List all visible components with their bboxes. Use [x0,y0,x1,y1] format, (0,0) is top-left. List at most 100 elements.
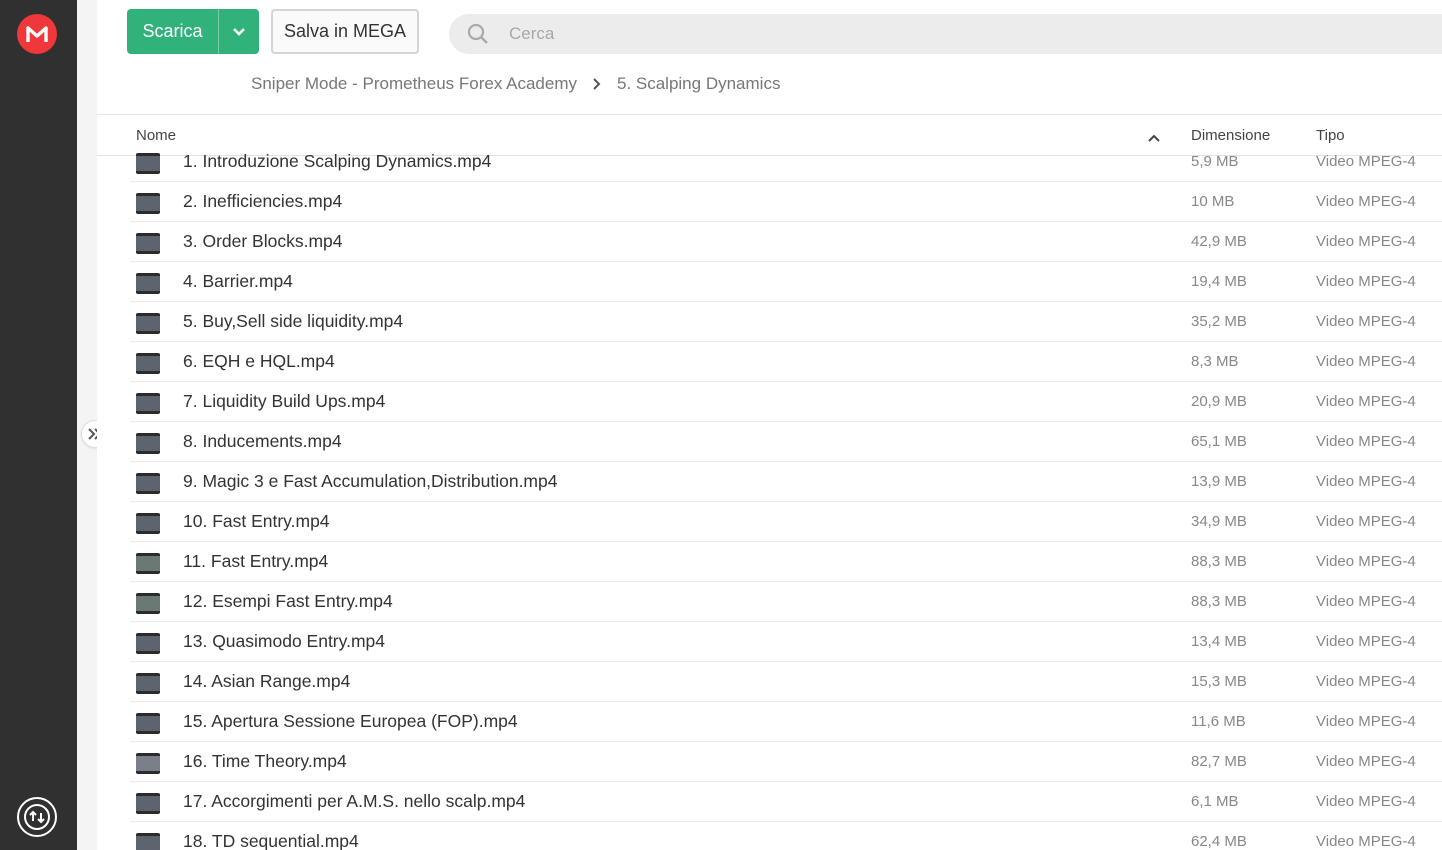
file-size: 13,9 MB [1191,473,1247,490]
file-list-content: 1. Introduzione Scalping Dynamics.mp4 5,9… [130,143,1442,850]
file-list[interactable]: 1. Introduzione Scalping Dynamics.mp4 5,9… [130,143,1442,850]
column-header-type[interactable]: Tipo [1316,127,1345,144]
search-bar[interactable] [449,14,1442,54]
column-header-name[interactable]: Nome [136,127,176,144]
table-row[interactable]: 9. Magic 3 e Fast Accumulation,Distribut… [130,462,1442,502]
file-size: 19,4 MB [1191,273,1247,290]
file-size: 82,7 MB [1191,753,1247,770]
video-thumbnail-icon [136,673,160,694]
table-row[interactable]: 14. Asian Range.mp4 15,3 MB Video MPEG-4 [130,662,1442,702]
file-name: 4. Barrier.mp4 [183,271,293,291]
file-type: Video MPEG-4 [1316,313,1416,330]
file-type: Video MPEG-4 [1316,193,1416,210]
search-icon [449,22,499,46]
table-row[interactable]: 5. Buy,Sell side liquidity.mp4 35,2 MB Vid… [130,302,1442,342]
file-name: 8. Inducements.mp4 [183,431,342,451]
download-label[interactable]: Scarica [127,9,218,54]
breadcrumb: Sniper Mode - Prometheus Forex Academy 5… [251,72,780,96]
save-to-mega-button[interactable]: Salva in MEGA [271,9,419,54]
download-button[interactable]: Scarica [127,9,259,54]
breadcrumb-parent[interactable]: Sniper Mode - Prometheus Forex Academy [251,74,577,94]
table-row[interactable]: 4. Barrier.mp4 19,4 MB Video MPEG-4 [130,262,1442,302]
file-size: 5,9 MB [1191,153,1239,170]
video-thumbnail-icon [136,633,160,654]
file-size: 42,9 MB [1191,233,1247,250]
file-name: 10. Fast Entry.mp4 [183,511,330,531]
file-name: 13. Quasimodo Entry.mp4 [183,631,385,651]
search-input[interactable] [509,24,1109,44]
table-row[interactable]: 11. Fast Entry.mp4 88,3 MB Video MPEG-4 [130,542,1442,582]
file-name: 14. Asian Range.mp4 [183,671,351,691]
file-name: 9. Magic 3 e Fast Accumulation,Distribut… [183,471,558,491]
file-type: Video MPEG-4 [1316,793,1416,810]
file-size: 88,3 MB [1191,593,1247,610]
file-name: 6. EQH e HQL.mp4 [183,351,335,371]
video-thumbnail-icon [136,793,160,814]
main-panel: Scarica Salva in MEGA Sniper Mode - Prom… [97,0,1442,850]
chevron-down-icon[interactable] [219,9,259,54]
video-thumbnail-icon [136,393,160,414]
video-thumbnail-icon [136,433,160,454]
file-size: 20,9 MB [1191,393,1247,410]
file-type: Video MPEG-4 [1316,473,1416,490]
video-thumbnail-icon [136,233,160,254]
table-row[interactable]: 7. Liquidity Build Ups.mp4 20,9 MB Video M… [130,382,1442,422]
file-size: 15,3 MB [1191,673,1247,690]
file-size: 65,1 MB [1191,433,1247,450]
video-thumbnail-icon [136,593,160,614]
file-type: Video MPEG-4 [1316,153,1416,170]
mega-logo-icon[interactable] [17,14,57,54]
table-row[interactable]: 13. Quasimodo Entry.mp4 13,4 MB Video MPEG… [130,622,1442,662]
video-thumbnail-icon [136,153,160,174]
file-size: 8,3 MB [1191,353,1239,370]
video-thumbnail-icon [136,553,160,574]
file-name: 15. Apertura Sessione Europea (FOP).mp4 [183,711,518,731]
table-row[interactable]: 2. Inefficiencies.mp4 10 MB Video MPEG-4 [130,182,1442,222]
table-row[interactable]: 12. Esempi Fast Entry.mp4 88,3 MB Video MP… [130,582,1442,622]
table-row[interactable]: 10. Fast Entry.mp4 34,9 MB Video MPEG-4 [130,502,1442,542]
breadcrumb-current: 5. Scalping Dynamics [616,74,781,93]
file-name: 18. TD sequential.mp4 [183,831,359,850]
file-size: 35,2 MB [1191,313,1247,330]
video-thumbnail-icon [136,313,160,334]
video-thumbnail-icon [136,513,160,534]
column-header-size[interactable]: Dimensione [1191,127,1270,144]
file-name: 16. Time Theory.mp4 [183,751,347,771]
file-size: 6,1 MB [1191,793,1239,810]
file-type: Video MPEG-4 [1316,673,1416,690]
file-type: Video MPEG-4 [1316,273,1416,290]
file-name: 3. Order Blocks.mp4 [183,231,343,251]
video-thumbnail-icon [136,353,160,374]
video-thumbnail-icon [136,273,160,294]
file-type: Video MPEG-4 [1316,513,1416,530]
transfer-manager-icon[interactable] [17,797,57,837]
file-type: Video MPEG-4 [1316,633,1416,650]
table-row[interactable]: 17. Accorgimenti per A.M.S. nello scalp.… [130,782,1442,822]
file-size: 11,6 MB [1191,713,1246,730]
table-row[interactable]: 16. Time Theory.mp4 82,7 MB Video MPEG-4 [130,742,1442,782]
table-row[interactable]: 3. Order Blocks.mp4 42,9 MB Video MPEG-4 [130,222,1442,262]
video-thumbnail-icon [136,753,160,774]
video-thumbnail-icon [136,473,160,494]
file-name: 17. Accorgimenti per A.M.S. nello scalp.… [183,791,526,811]
video-thumbnail-icon [136,713,160,734]
file-type: Video MPEG-4 [1316,393,1416,410]
file-size: 88,3 MB [1191,553,1247,570]
file-name: 5. Buy,Sell side liquidity.mp4 [183,311,404,331]
file-size: 13,4 MB [1191,633,1247,650]
table-row[interactable]: 15. Apertura Sessione Europea (FOP).mp4 1… [130,702,1442,742]
file-size: 62,4 MB [1191,833,1247,850]
file-name: 2. Inefficiencies.mp4 [183,191,343,211]
table-row[interactable]: 6. EQH e HQL.mp4 8,3 MB Video MPEG-4 [130,342,1442,382]
chevron-right-icon [593,78,601,90]
file-name: 12. Esempi Fast Entry.mp4 [183,591,393,611]
table-row[interactable]: 18. TD sequential.mp4 62,4 MB Video MPEG-4 [130,822,1442,850]
file-name: 11. Fast Entry.mp4 [183,551,329,571]
file-size: 10 MB [1191,193,1235,210]
table-row[interactable]: 8. Inducements.mp4 65,1 MB Video MPEG-4 [130,422,1442,462]
table-row[interactable]: 1. Introduzione Scalping Dynamics.mp4 5,9… [130,143,1442,182]
file-type: Video MPEG-4 [1316,353,1416,370]
file-name: 1. Introduzione Scalping Dynamics.mp4 [183,151,492,171]
video-thumbnail-icon [136,833,160,850]
left-rail [0,0,77,850]
